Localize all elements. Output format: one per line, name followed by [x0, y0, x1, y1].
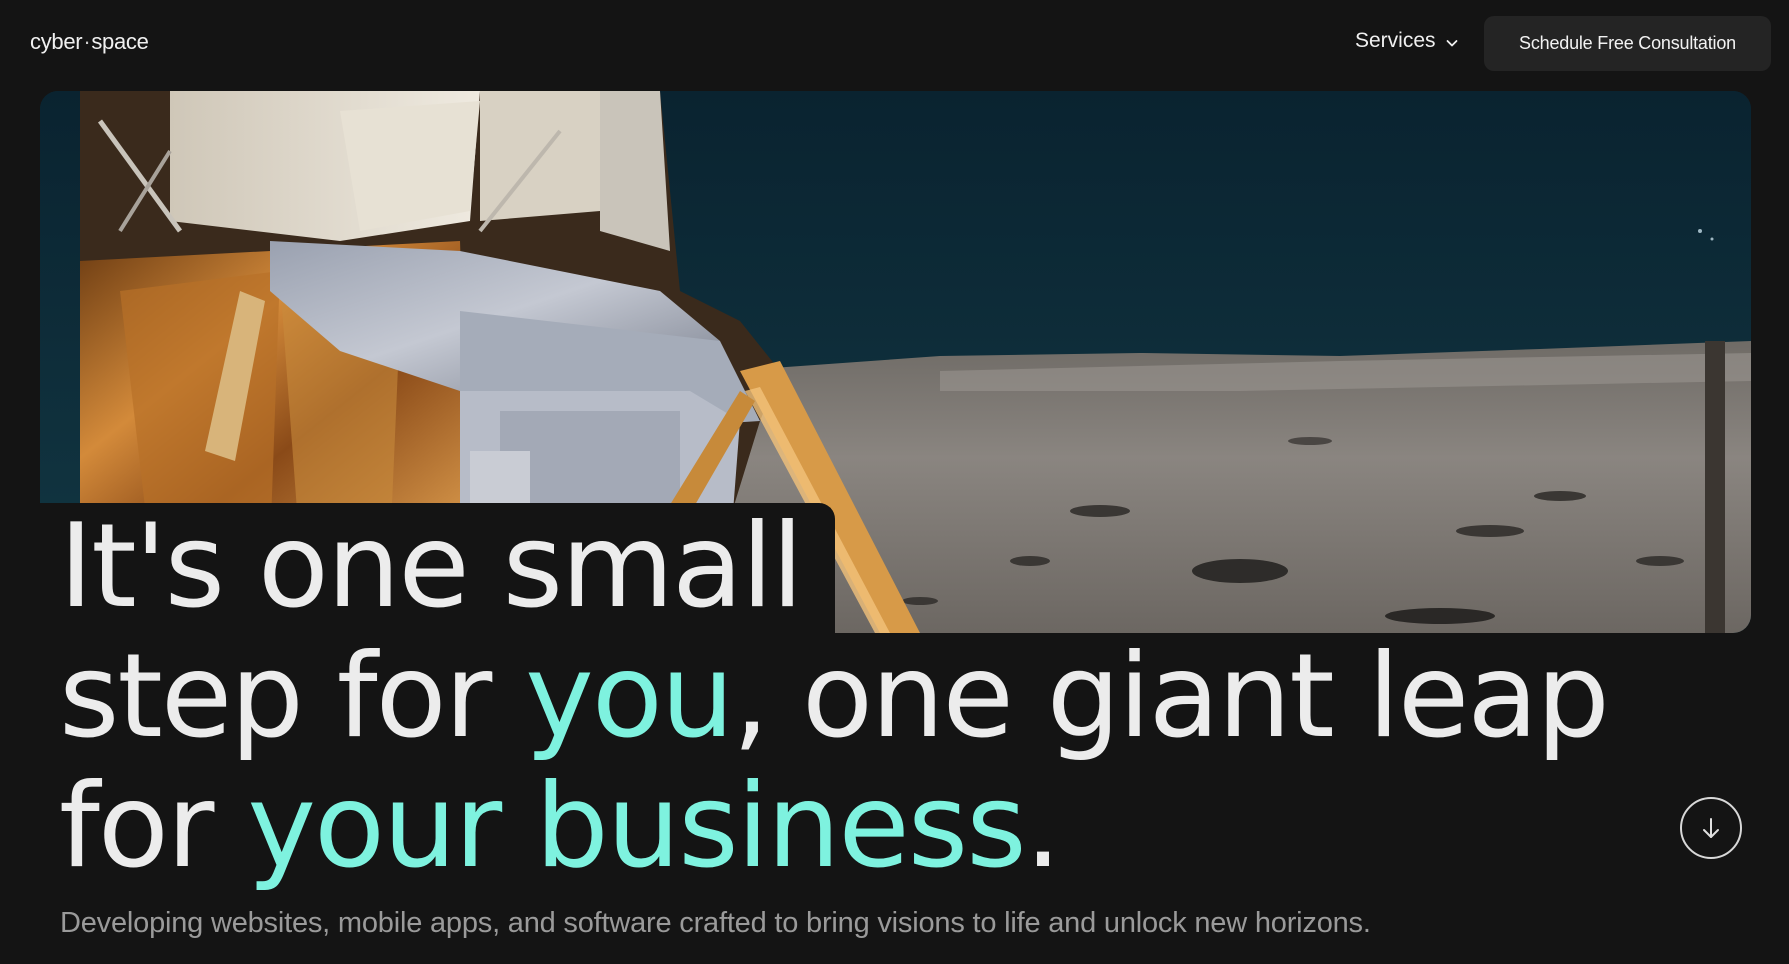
logo-text-space: space: [91, 29, 149, 54]
hero-headline: It's one small step for you, one giant l…: [59, 502, 1610, 892]
chevron-down-icon: [1446, 39, 1457, 46]
services-label: Services: [1355, 29, 1436, 52]
headline-line-2: step for you, one giant leap: [59, 629, 1610, 764]
schedule-consultation-button[interactable]: Schedule Free Consultation: [1484, 16, 1771, 71]
logo[interactable]: cyber·space: [30, 29, 149, 55]
services-menu[interactable]: Services: [1355, 29, 1460, 53]
cta-label: Schedule Free Consultation: [1519, 33, 1736, 53]
headline-highlight-you: you: [525, 629, 734, 764]
logo-separator: ·: [83, 29, 91, 54]
hero-subtitle: Developing websites, mobile apps, and so…: [60, 907, 1371, 939]
headline-line-2-text-a: step for: [59, 629, 526, 764]
headline-line-2-text-b: , one giant leap: [732, 629, 1610, 764]
headline-line-3-text-a: for: [59, 759, 248, 894]
top-nav: cyber·space Services Schedule Free Consu…: [0, 0, 1789, 91]
headline-line-3-text-b: .: [1024, 759, 1062, 894]
logo-text-cyber: cyber: [30, 29, 83, 54]
scroll-down-button[interactable]: [1680, 797, 1742, 859]
arrow-down-icon: [1703, 818, 1719, 838]
headline-highlight-business: your business: [247, 759, 1026, 894]
headline-line-3: for your business.: [59, 762, 1608, 892]
headline-line-1: It's one small: [59, 502, 1608, 632]
headline-line-1-text: It's one small: [59, 499, 804, 634]
